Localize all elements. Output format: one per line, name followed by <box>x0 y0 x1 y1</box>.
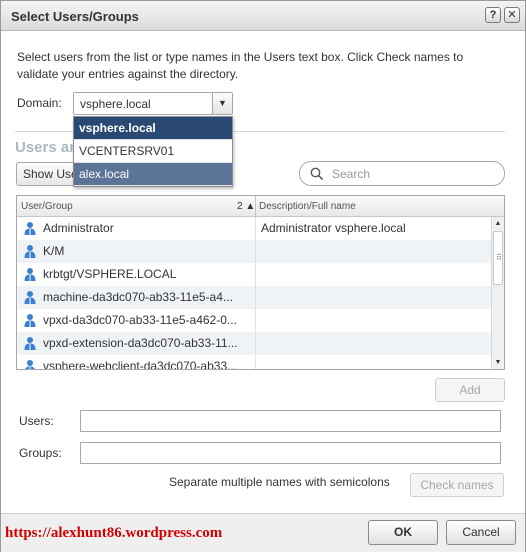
close-button[interactable]: ✕ <box>504 7 520 23</box>
row-name: K/M <box>43 244 65 258</box>
add-button[interactable]: Add <box>435 378 505 402</box>
domain-option-vsphere-local[interactable]: vsphere.local <box>74 117 232 140</box>
help-button[interactable]: ? <box>485 7 501 23</box>
user-icon <box>24 222 36 235</box>
domain-option-alex-local[interactable]: alex.local <box>74 163 232 186</box>
cell-divider <box>255 240 256 263</box>
table-scrollbar[interactable]: ▲ ⠿ ▼ <box>491 217 504 369</box>
table-row[interactable]: vsphere-webclient-da3dc070-ab33... <box>17 355 491 370</box>
row-name: vpxd-da3dc070-ab33-11e5-a462-0... <box>43 313 237 327</box>
row-name: vsphere-webclient-da3dc070-ab33... <box>43 359 238 370</box>
domain-selected-value: vsphere.local <box>80 97 151 111</box>
row-name: machine-da3dc070-ab33-11e5-a4... <box>43 290 233 304</box>
domain-dropdown-list: vsphere.local VCENTERSRV01 alex.local <box>73 116 233 187</box>
column-divider[interactable] <box>255 196 256 217</box>
users-field[interactable] <box>80 410 501 432</box>
scroll-down-icon[interactable]: ▼ <box>492 356 504 369</box>
user-icon <box>24 314 36 327</box>
scroll-up-icon[interactable]: ▲ <box>492 217 504 230</box>
cell-divider <box>255 286 256 309</box>
user-icon <box>25 360 35 369</box>
groups-label: Groups: <box>19 446 62 460</box>
table-row[interactable]: vpxd-extension-da3dc070-ab33-11... <box>17 332 491 355</box>
search-icon <box>310 167 324 181</box>
cell-divider <box>255 309 256 332</box>
users-label: Users: <box>19 414 54 428</box>
table-header: User/Group 2 ▲ Description/Full name <box>17 196 504 217</box>
dropdown-arrow-icon[interactable]: ▼ <box>212 93 232 114</box>
check-names-button[interactable]: Check names <box>410 473 504 497</box>
table-row[interactable]: vpxd-da3dc070-ab33-11e5-a462-0... <box>17 309 491 332</box>
column-header-user-group[interactable]: User/Group <box>21 201 73 212</box>
select-users-groups-dialog: Select Users/Groups ? ✕ Select users fro… <box>0 0 526 552</box>
user-icon <box>24 245 36 258</box>
row-name: vpxd-extension-da3dc070-ab33-11... <box>43 336 238 350</box>
users-groups-table: User/Group 2 ▲ Description/Full name Adm… <box>16 195 505 370</box>
user-icon <box>24 268 36 281</box>
dialog-footer: https://alexhunt86.wordpress.com OK Canc… <box>1 513 525 552</box>
domain-label: Domain: <box>17 96 62 110</box>
cell-divider <box>255 263 256 286</box>
search-placeholder: Search <box>332 167 371 181</box>
user-icon <box>24 337 36 350</box>
table-row[interactable]: Administrator Administrator vsphere.loca… <box>17 217 491 240</box>
grip-icon: ⠿ <box>496 253 502 262</box>
user-icon <box>24 291 36 304</box>
table-row[interactable]: krbtgt/VSPHERE.LOCAL <box>17 263 491 286</box>
sort-indicator[interactable]: 2 ▲ <box>237 201 255 212</box>
cell-divider <box>255 355 256 369</box>
row-description: Administrator vsphere.local <box>261 221 406 235</box>
domain-option-vcentersrv01[interactable]: VCENTERSRV01 <box>74 140 232 163</box>
domain-select[interactable]: vsphere.local ▼ <box>73 92 233 115</box>
column-header-description[interactable]: Description/Full name <box>259 201 356 212</box>
table-row[interactable]: K/M <box>17 240 491 263</box>
cell-divider <box>255 217 256 240</box>
search-input[interactable]: Search <box>299 161 505 186</box>
table-body: Administrator Administrator vsphere.loca… <box>17 217 491 370</box>
row-name: Administrator <box>43 221 114 235</box>
cell-divider <box>255 332 256 355</box>
watermark-url: https://alexhunt86.wordpress.com <box>5 525 223 541</box>
groups-field[interactable] <box>80 442 501 464</box>
separator-hint-text: Separate multiple names with semicolons <box>169 475 390 489</box>
dialog-title: Select Users/Groups <box>11 9 139 24</box>
row-name: krbtgt/VSPHERE.LOCAL <box>43 267 177 281</box>
table-row[interactable]: machine-da3dc070-ab33-11e5-a4... <box>17 286 491 309</box>
ok-button[interactable]: OK <box>368 520 438 545</box>
cancel-button[interactable]: Cancel <box>446 520 516 545</box>
scrollbar-thumb[interactable]: ⠿ <box>493 231 503 285</box>
instructions-text: Select users from the list or type names… <box>17 50 464 81</box>
title-bar: Select Users/Groups ? ✕ <box>1 1 525 31</box>
